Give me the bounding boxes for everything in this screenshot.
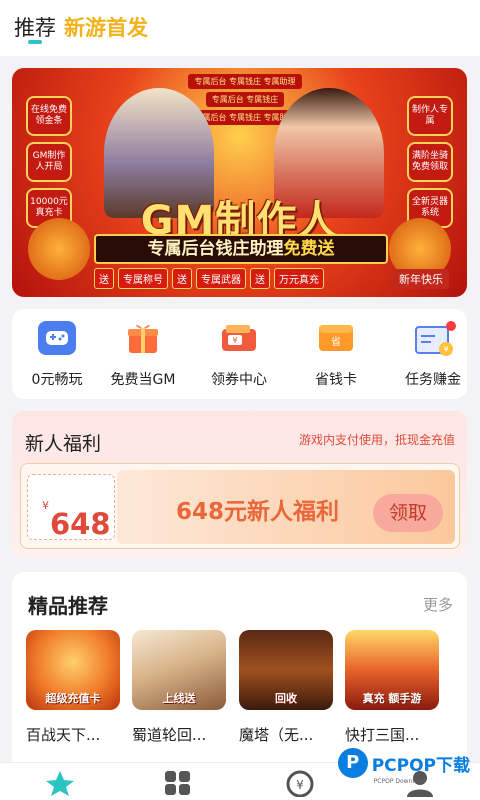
- watermark-subtext: PCPOP Download: [373, 778, 426, 785]
- game-thumbnail: 回收: [239, 630, 333, 710]
- banner-subtitle-prefix: 专属后台钱庄助理: [147, 239, 284, 259]
- banner-chip: 专属后台 专属钱庄 专属助理: [188, 74, 302, 89]
- quick-entry-savings-card[interactable]: 省 省钱卡: [291, 321, 381, 389]
- banner-give-item: 万元真充: [274, 268, 324, 289]
- game-name: 魔塔（无...: [239, 726, 314, 744]
- promo-banner[interactable]: 专属后台 专属钱庄 专属助理 专属后台 专属钱庄 专属后台 专属钱庄 专属助理 …: [12, 68, 467, 297]
- quick-entry-label: 任务赚金: [405, 372, 461, 388]
- quick-entry-label: 免费当GM: [110, 372, 176, 388]
- tab-new-games[interactable]: 新游首发: [64, 12, 148, 42]
- banner-give-item: 专属武器: [196, 268, 246, 289]
- game-thumbnail-text: 真充 额手游: [362, 692, 422, 705]
- game-thumbnail-text: 上线送: [162, 692, 196, 705]
- banner-new-year: 新年快乐: [393, 269, 449, 289]
- welfare-title: 新人福利: [25, 433, 102, 455]
- watermark: P PCPOP下载 PCPOP Download: [337, 748, 470, 785]
- grid-icon: [165, 771, 190, 795]
- banner-subtitle: 专属后台钱庄助理免费送: [94, 234, 388, 264]
- quick-entry-free-play[interactable]: 0元畅玩: [12, 321, 102, 389]
- featured-title: 精品推荐: [28, 594, 108, 618]
- game-thumbnail-text: 超级充值卡: [45, 692, 101, 705]
- svg-text:¥: ¥: [296, 778, 304, 792]
- game-name: 蜀道轮回...: [132, 726, 207, 744]
- active-tab-indicator: [28, 40, 42, 44]
- tab-recommend[interactable]: 推荐: [14, 12, 56, 42]
- claim-button[interactable]: 领取: [373, 494, 443, 532]
- banner-tag: 制作人专属: [407, 96, 453, 136]
- welfare-note: 游戏内支付使用，抵现金充值: [298, 433, 455, 447]
- game-name: 百战天下...: [26, 726, 101, 744]
- watermark-text: PCPOP下载: [371, 755, 470, 776]
- coin-icon: ¥: [286, 770, 314, 798]
- banner-subtitle-suffix: 免费送: [283, 239, 335, 259]
- game-thumbnail: 超级充值卡: [26, 630, 120, 710]
- coupon-amount-box: ¥ 648: [27, 474, 115, 541]
- star-icon: [46, 771, 74, 796]
- banner-give-item: 送: [94, 268, 114, 289]
- quick-entry-coupon-center[interactable]: ¥ 领券中心: [194, 321, 284, 389]
- banner-give-item: 送: [172, 268, 192, 289]
- svg-text:¥: ¥: [443, 345, 448, 354]
- featured-section: 精品推荐 更多 超级充值卡 百战天下... 上线送 蜀道轮回... 回收 魔塔（…: [12, 572, 467, 772]
- top-tab-bar: 推荐 新游首发: [0, 0, 480, 56]
- coupon-title: 648元新人福利: [176, 499, 340, 525]
- wallet-icon: ¥: [220, 321, 258, 355]
- coupon-amount: 648: [50, 507, 111, 541]
- more-link[interactable]: 更多: [423, 594, 453, 615]
- welfare-coupon[interactable]: ¥ 648 648元新人福利 领取: [20, 463, 460, 549]
- nav-coins[interactable]: ¥: [284, 769, 316, 798]
- game-card[interactable]: 上线送 蜀道轮回...: [132, 630, 226, 745]
- quick-entry-label: 省钱卡: [315, 372, 357, 388]
- game-card[interactable]: 真充 额手游 快打三国...: [345, 630, 439, 745]
- task-board-icon: ¥: [414, 321, 456, 356]
- quick-entry-free-gm[interactable]: 免费当GM: [98, 321, 188, 389]
- game-card[interactable]: 超级充值卡 百战天下...: [26, 630, 120, 745]
- svg-text:¥: ¥: [232, 336, 237, 345]
- banner-chip: 专属后台 专属钱庄: [205, 92, 285, 107]
- nav-home[interactable]: [44, 769, 76, 797]
- game-card[interactable]: 回收 魔塔（无...: [239, 630, 333, 745]
- quick-entry-task-earn[interactable]: ¥ 任务赚金: [388, 321, 478, 389]
- game-thumbnail: 真充 额手游: [345, 630, 439, 710]
- gift-box-icon: [124, 321, 162, 355]
- newcomer-welfare-card: 新人福利 游戏内支付使用，抵现金充值 ¥ 648 648元新人福利 领取: [12, 411, 467, 558]
- banner-give-item: 专属称号: [118, 268, 168, 289]
- coupon-currency: ¥: [42, 499, 49, 512]
- banner-give-item: 送: [250, 268, 270, 289]
- savings-card-icon: 省: [317, 321, 355, 355]
- game-thumbnail: 上线送: [132, 630, 226, 710]
- game-thumbnail-text: 回收: [275, 692, 297, 705]
- quick-entry-row: 0元畅玩 免费当GM ¥ 领券中心 省 省钱卡 ¥ 任务赚金: [12, 309, 467, 399]
- banner-tag: 在线免费领金条: [26, 96, 72, 136]
- quick-entry-label: 领券中心: [211, 372, 267, 388]
- nav-categories[interactable]: [162, 769, 194, 797]
- banner-tag: GM制作人开局: [26, 142, 72, 182]
- quick-entry-label: 0元畅玩: [31, 372, 83, 388]
- gamepad-icon: [38, 321, 76, 355]
- game-name: 快打三国...: [345, 726, 420, 744]
- banner-tag: 满阶坐骑免费领取: [407, 142, 453, 182]
- banner-give-row: 送 专属称号 送 专属武器 送 万元真充: [94, 268, 324, 289]
- svg-text:省: 省: [331, 335, 341, 348]
- watermark-logo: P: [337, 748, 368, 778]
